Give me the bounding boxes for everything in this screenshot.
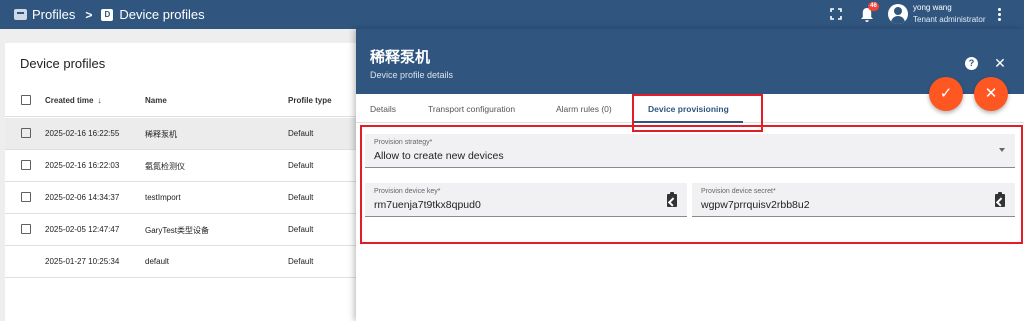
provision-strategy-value: Allow to create new devices: [374, 150, 504, 162]
sort-arrow-icon: ↓: [97, 96, 102, 105]
tab-alarm-rules[interactable]: Alarm rules (0): [556, 104, 612, 114]
tab-transport-configuration[interactable]: Transport configuration: [428, 104, 515, 114]
select-all-checkbox[interactable]: [21, 95, 31, 105]
row-name: default: [145, 257, 170, 266]
row-name: GaryTest类型设备: [145, 226, 210, 235]
device-profiles-table: Device profiles Created time ↓ Name Profi…: [5, 43, 365, 321]
table-row[interactable]: 2025-02-16 16:22:03 氨氮检测仪 Default: [5, 150, 365, 182]
entity-subtitle: Device profile details: [370, 70, 454, 80]
row-created-time: 2025-01-27 10:25:34: [45, 257, 120, 266]
top-toolbar: Profiles > D Device profiles 46 yong wan…: [0, 0, 1024, 29]
row-created-time: 2025-02-05 12:47:47: [45, 225, 120, 234]
row-profile-type: Default: [288, 161, 314, 170]
entity-name: 稀释泵机: [370, 49, 431, 66]
help-icon[interactable]: ?: [965, 57, 978, 70]
row-checkbox[interactable]: [21, 128, 31, 138]
table-header: Created time ↓ Name Profile type: [5, 84, 365, 117]
provision-strategy-label: Provision strategy*: [374, 139, 433, 146]
provision-device-key-label: Provision device key*: [374, 188, 441, 195]
row-checkbox[interactable]: [21, 192, 31, 202]
user-avatar-icon[interactable]: [888, 4, 908, 24]
row-name: 稀释泵机: [145, 130, 177, 139]
table-row[interactable]: 2025-02-16 16:22:55 稀释泵机 Default: [5, 118, 365, 150]
table-row[interactable]: 2025-01-27 10:25:34 default Default: [5, 246, 365, 278]
provision-device-key-field[interactable]: Provision device key* rm7uenja7t9tkx8qpu…: [365, 183, 687, 217]
provision-device-secret-label: Provision device secret*: [701, 188, 776, 195]
row-profile-type: Default: [288, 193, 314, 202]
row-created-time: 2025-02-16 16:22:03: [45, 161, 120, 170]
close-icon[interactable]: ✕: [993, 56, 1007, 70]
row-profile-type: Default: [288, 257, 314, 266]
row-created-time: 2025-02-06 14:34:37: [45, 193, 120, 202]
more-vert-icon[interactable]: [998, 8, 1002, 21]
breadcrumb-profiles[interactable]: Profiles: [32, 7, 75, 22]
row-profile-type: Default: [288, 225, 314, 234]
list-title: Device profiles: [20, 56, 106, 71]
notification-count-badge: 46: [868, 2, 879, 11]
breadcrumb: Profiles > D Device profiles: [14, 0, 205, 29]
copy-secret-icon[interactable]: [995, 192, 1005, 207]
provision-device-secret-value: wgpw7prrquisv2rbb8u2: [701, 199, 810, 211]
provision-strategy-select[interactable]: Provision strategy* Allow to create new …: [365, 134, 1015, 168]
provision-device-secret-field[interactable]: Provision device secret* wgpw7prrquisv2r…: [692, 183, 1015, 217]
table-row[interactable]: 2025-02-06 14:34:37 testImport Default: [5, 182, 365, 214]
row-checkbox[interactable]: [21, 224, 31, 234]
breadcrumb-separator: >: [85, 7, 93, 22]
user-role: Tenant administrator: [913, 15, 986, 24]
column-created-time[interactable]: Created time ↓: [45, 96, 101, 105]
column-name[interactable]: Name: [145, 96, 167, 105]
provision-device-key-value: rm7uenja7t9tkx8qpud0: [374, 199, 481, 211]
row-created-time: 2025-02-16 16:22:55: [45, 129, 120, 138]
details-header: 稀释泵机 Device profile details ? ✕: [356, 29, 1024, 94]
device-profile-icon: D: [101, 8, 114, 21]
column-profile-type[interactable]: Profile type: [288, 96, 332, 105]
tab-details[interactable]: Details: [370, 104, 396, 114]
fullscreen-icon[interactable]: [830, 8, 842, 20]
row-profile-type: Default: [288, 129, 314, 138]
device-profile-details-panel: 稀释泵机 Device profile details ? ✕ ✓ ✕ Deta…: [356, 29, 1024, 321]
breadcrumb-device-profiles: Device profiles: [119, 7, 205, 22]
column-created-time-label: Created time: [45, 96, 94, 105]
dropdown-arrow-icon: [999, 148, 1005, 152]
profiles-icon: [14, 9, 27, 20]
row-checkbox[interactable]: [21, 160, 31, 170]
user-name: yong wang: [913, 3, 952, 12]
copy-key-icon[interactable]: [667, 192, 677, 207]
table-row[interactable]: 2025-02-05 12:47:47 GaryTest类型设备 Default: [5, 214, 365, 246]
row-name: 氨氮检测仪: [145, 162, 185, 171]
row-name: testImport: [145, 193, 181, 202]
